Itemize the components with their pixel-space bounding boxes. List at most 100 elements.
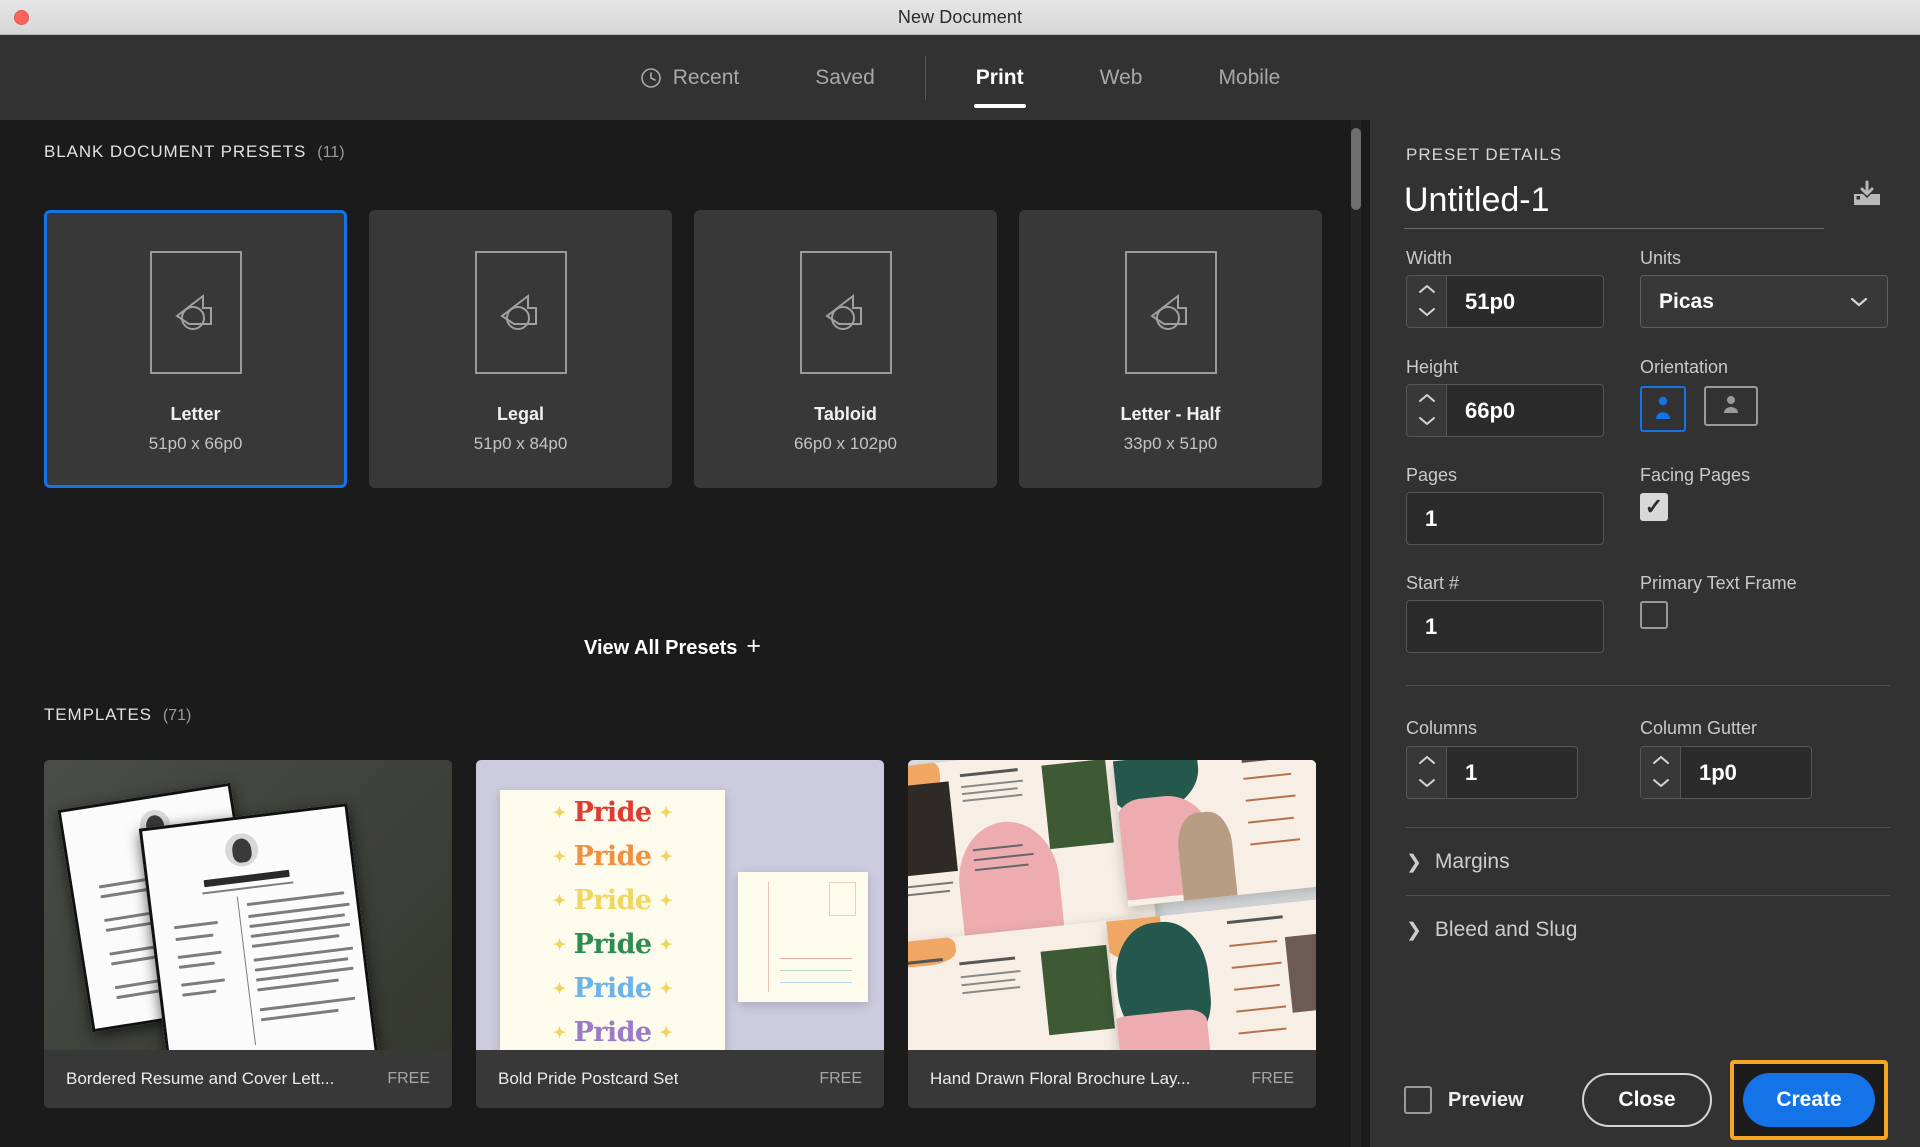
save-preset-icon[interactable]: [1850, 180, 1884, 215]
chevron-up-icon[interactable]: [1418, 752, 1436, 770]
chevron-right-icon: ❯: [1406, 851, 1422, 873]
orientation-landscape-button[interactable]: [1704, 386, 1758, 426]
chevron-up-icon[interactable]: [1418, 390, 1436, 408]
create-button[interactable]: Create: [1743, 1073, 1875, 1127]
chevron-down-icon[interactable]: [1418, 304, 1436, 322]
columns-stepper[interactable]: 1: [1406, 746, 1578, 799]
tab-mobile[interactable]: Mobile: [1180, 43, 1318, 113]
pages-label: Pages: [1406, 465, 1458, 485]
postcard-back-art: [738, 872, 868, 1002]
close-button[interactable]: Close: [1582, 1073, 1712, 1127]
view-all-presets-button[interactable]: View All Presets +: [0, 632, 1345, 661]
column-gutter-stepper[interactable]: 1p0: [1640, 746, 1812, 799]
pages-input[interactable]: 1: [1406, 492, 1604, 545]
window-title: New Document: [897, 6, 1023, 27]
columns-input[interactable]: 1: [1447, 747, 1477, 798]
create-button-highlight: Create: [1730, 1060, 1888, 1140]
document-placeholder-icon: [474, 251, 567, 374]
bleed-and-slug-label: Bleed and Slug: [1434, 918, 1578, 941]
facing-pages-checkbox[interactable]: ✓: [1640, 493, 1668, 521]
preset-name: Tabloid: [814, 404, 877, 424]
template-card-pride[interactable]: ✦ Pride ✦ ✦ Pride ✦ ✦ Pride ✦ ✦ Pride ✦ ✦ Pride ✦ …: [476, 760, 884, 1108]
facing-pages-label: Facing Pages: [1640, 465, 1751, 485]
template-thumbnail: [44, 760, 452, 1050]
pride-word: Pride: [573, 840, 652, 872]
pride-word: Pride: [573, 1016, 652, 1048]
height-stepper[interactable]: 66p0: [1406, 384, 1604, 437]
chevron-up-icon[interactable]: [1652, 752, 1670, 770]
width-input[interactable]: 51p0: [1447, 276, 1515, 327]
width-stepper-arrows[interactable]: [1407, 276, 1447, 327]
templates-title: TEMPLATES: [44, 705, 152, 724]
columns-stepper-arrows[interactable]: [1407, 747, 1447, 798]
templates-scrollbar-thumb[interactable]: [1351, 128, 1361, 210]
tab-recent-label: Recent: [672, 65, 740, 89]
clock-icon: [640, 67, 662, 89]
template-title: Bordered Resume and Cover Lett...: [66, 1069, 335, 1088]
templates-scrollbar-track[interactable]: [1351, 120, 1361, 1147]
document-name-input[interactable]: Untitled-1: [1404, 181, 1824, 229]
document-placeholder-icon: [1124, 251, 1217, 374]
column-gutter-input[interactable]: 1p0: [1681, 747, 1737, 798]
column-gutter-stepper-arrows[interactable]: [1641, 747, 1681, 798]
checkmark-icon: ✓: [1644, 494, 1664, 519]
primary-text-frame-checkbox[interactable]: [1640, 601, 1668, 629]
template-thumbnail: [908, 760, 1316, 1050]
pride-poster-art: ✦ Pride ✦ ✦ Pride ✦ ✦ Pride ✦ ✦ Pride ✦ ✦ Pride ✦ …: [500, 790, 725, 1050]
window-titlebar: New Document: [0, 0, 1920, 35]
bleed-and-slug-disclosure[interactable]: ❯ Bleed and Slug: [1406, 918, 1577, 942]
orientation-portrait-button[interactable]: [1640, 386, 1686, 432]
columns-label: Columns: [1406, 718, 1478, 738]
tab-recent[interactable]: Recent: [602, 43, 778, 113]
preset-card-letter-half[interactable]: Letter - Half 33p0 x 51p0: [1019, 210, 1322, 488]
template-meta: Bold Pride Postcard Set FREE: [476, 1050, 884, 1108]
tab-print[interactable]: Print: [938, 43, 1062, 113]
preset-dims: 33p0 x 51p0: [1123, 434, 1218, 453]
start-number-label: Start #: [1406, 573, 1460, 593]
close-button-label: Close: [1618, 1088, 1676, 1111]
blank-presets-title: BLANK DOCUMENT PRESETS: [44, 142, 307, 161]
height-stepper-arrows[interactable]: [1407, 385, 1447, 436]
tab-saved[interactable]: Saved: [777, 43, 913, 113]
units-select[interactable]: Picas: [1640, 275, 1888, 328]
preset-dims: 66p0 x 102p0: [793, 434, 898, 453]
template-card-brochure[interactable]: Hand Drawn Floral Brochure Lay... FREE: [908, 760, 1316, 1108]
blank-presets-heading: BLANK DOCUMENT PRESETS (11): [44, 142, 345, 162]
margins-disclosure[interactable]: ❯ Margins: [1406, 850, 1510, 874]
preset-card-list: Letter 51p0 x 66p0 Legal 51p0 x 84p0 Tab…: [44, 210, 1322, 488]
chevron-down-icon[interactable]: [1652, 775, 1670, 793]
tab-mobile-label: Mobile: [1218, 65, 1281, 89]
preset-details-heading: PRESET DETAILS: [1406, 145, 1563, 164]
document-name-row: Untitled-1: [1404, 180, 1884, 229]
preset-card-legal[interactable]: Legal 51p0 x 84p0: [369, 210, 672, 488]
column-gutter-label: Column Gutter: [1640, 718, 1758, 738]
pride-word: Pride: [573, 928, 652, 960]
templates-browser-pane: BLANK DOCUMENT PRESETS (11) Letter 51p0 …: [0, 120, 1370, 1147]
preset-card-tabloid[interactable]: Tabloid 66p0 x 102p0: [694, 210, 997, 488]
template-price: FREE: [387, 1070, 430, 1087]
template-card-list: Bordered Resume and Cover Lett... FREE ✦…: [44, 760, 1316, 1108]
start-number-input[interactable]: 1: [1406, 600, 1604, 653]
chevron-down-icon: [1849, 290, 1869, 314]
chevron-up-icon[interactable]: [1418, 281, 1436, 299]
preset-dims: 51p0 x 66p0: [148, 434, 243, 453]
template-card-resume[interactable]: Bordered Resume and Cover Lett... FREE: [44, 760, 452, 1108]
preset-card-letter[interactable]: Letter 51p0 x 66p0: [44, 210, 347, 488]
preset-details-pane: PRESET DETAILS Untitled-1 Width 51p0 Uni…: [1370, 120, 1920, 1147]
units-value: Picas: [1659, 289, 1714, 313]
blank-presets-count: (11): [317, 144, 345, 161]
tab-web[interactable]: Web: [1062, 43, 1181, 113]
portrait-icon: [1653, 393, 1673, 426]
height-input[interactable]: 66p0: [1447, 385, 1515, 436]
chevron-down-icon[interactable]: [1418, 413, 1436, 431]
chevron-down-icon[interactable]: [1418, 775, 1436, 793]
preview-checkbox[interactable]: [1404, 1086, 1432, 1114]
tab-saved-label: Saved: [815, 65, 875, 89]
preview-label: Preview: [1448, 1088, 1524, 1111]
width-stepper[interactable]: 51p0: [1406, 275, 1604, 328]
landscape-icon: [1718, 393, 1744, 420]
dialog-footer: Preview Close Create: [1404, 1060, 1888, 1140]
template-title: Hand Drawn Floral Brochure Lay...: [930, 1069, 1191, 1088]
window-close-button[interactable]: [14, 10, 29, 25]
template-price: FREE: [1251, 1070, 1294, 1087]
